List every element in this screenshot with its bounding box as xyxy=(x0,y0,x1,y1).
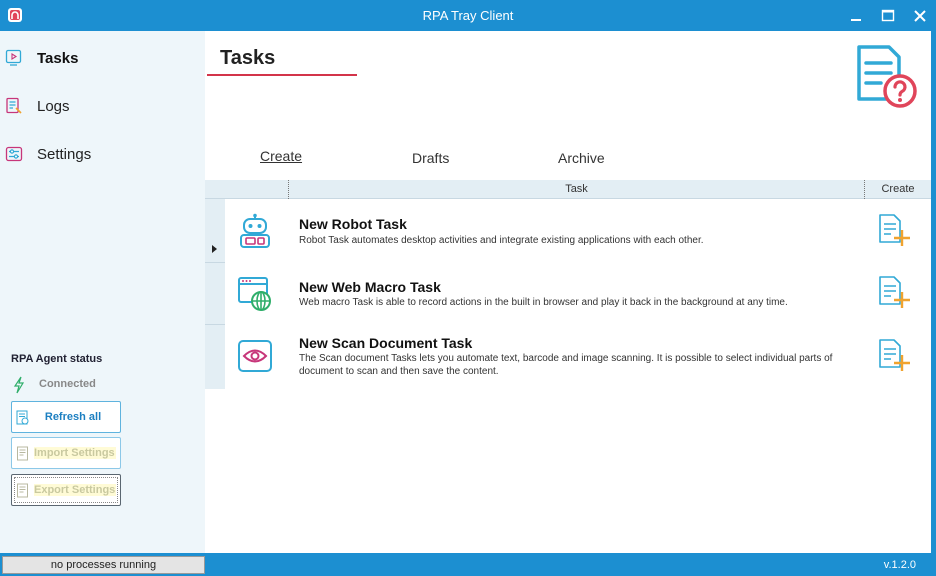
tab-create[interactable]: Create xyxy=(260,148,302,164)
import-settings-label: Import Settings xyxy=(34,447,116,459)
refresh-document-icon xyxy=(16,410,29,425)
sidebar-item-label: Logs xyxy=(37,98,70,115)
sidebar-item-label: Tasks xyxy=(37,50,79,67)
task-row-scan-document[interactable]: New Scan Document Task The Scan document… xyxy=(225,324,931,386)
title-bar: RPA Tray Client xyxy=(0,0,936,31)
task-name: New Scan Document Task xyxy=(299,335,473,351)
tab-archive[interactable]: Archive xyxy=(558,150,605,166)
task-row-web-macro[interactable]: New Web Macro Task Web macro Task is abl… xyxy=(225,262,931,324)
import-settings-button[interactable]: Import Settings xyxy=(11,437,121,469)
row-header-column xyxy=(205,199,225,389)
tab-drafts[interactable]: Drafts xyxy=(412,150,449,166)
row-divider xyxy=(205,324,225,325)
create-task-icon[interactable] xyxy=(877,275,911,309)
window-title: RPA Tray Client xyxy=(422,8,514,23)
export-settings-button[interactable]: Export Settings xyxy=(11,474,121,506)
version-label: v.1.2.0 xyxy=(883,559,916,571)
minimize-icon[interactable] xyxy=(846,6,866,26)
web-globe-icon xyxy=(238,277,271,311)
task-row-robot[interactable]: New Robot Task Robot Task automates desk… xyxy=(225,199,931,261)
grid-header: Task Create xyxy=(205,180,931,199)
refresh-all-label: Refresh all xyxy=(44,411,102,423)
document-help-icon[interactable] xyxy=(853,43,921,111)
page-title: Tasks xyxy=(220,47,276,69)
task-description: Robot Task automates desktop activities … xyxy=(299,235,704,246)
title-underline xyxy=(207,74,357,76)
sidebar-item-label: Settings xyxy=(37,146,92,163)
main-panel: Tasks Create Drafts Archive Task Create xyxy=(205,31,931,553)
agent-status-value: Connected xyxy=(39,378,96,390)
status-bar: no processes running v.1.2.0 xyxy=(0,553,936,576)
column-header-create[interactable]: Create xyxy=(865,180,931,199)
sidebar-item-tasks[interactable]: Tasks xyxy=(0,38,205,78)
close-icon[interactable] xyxy=(910,6,930,26)
import-document-icon xyxy=(17,446,28,461)
current-row-arrow-icon xyxy=(212,245,217,253)
sidebar: Tasks Logs Settings RPA Agent status Con… xyxy=(0,31,205,553)
settings-icon xyxy=(5,146,23,162)
task-description: The Scan document Tasks lets you automat… xyxy=(299,353,833,377)
refresh-all-button[interactable]: Refresh all xyxy=(11,401,121,433)
row-divider xyxy=(205,262,225,263)
create-task-icon[interactable] xyxy=(877,213,911,247)
robot-icon xyxy=(240,213,270,248)
lightning-icon xyxy=(13,376,25,394)
maximize-icon[interactable] xyxy=(878,6,898,26)
agent-status-title: RPA Agent status xyxy=(11,353,103,365)
column-header-task[interactable]: Task xyxy=(288,180,865,199)
eye-scan-icon xyxy=(238,340,272,372)
create-task-icon[interactable] xyxy=(877,338,911,372)
export-document-icon xyxy=(17,483,28,498)
task-name: New Robot Task xyxy=(299,216,407,232)
task-name: New Web Macro Task xyxy=(299,279,441,295)
export-settings-label: Export Settings xyxy=(34,484,116,496)
sidebar-item-logs[interactable]: Logs xyxy=(0,86,205,126)
process-status: no processes running xyxy=(2,556,205,574)
task-description: Web macro Task is able to record actions… xyxy=(299,297,788,308)
tasks-icon xyxy=(5,49,22,66)
logs-icon xyxy=(6,97,22,114)
sidebar-item-settings[interactable]: Settings xyxy=(0,134,205,174)
task-grid: Task Create New Robot Task Robot Task au… xyxy=(205,180,931,553)
